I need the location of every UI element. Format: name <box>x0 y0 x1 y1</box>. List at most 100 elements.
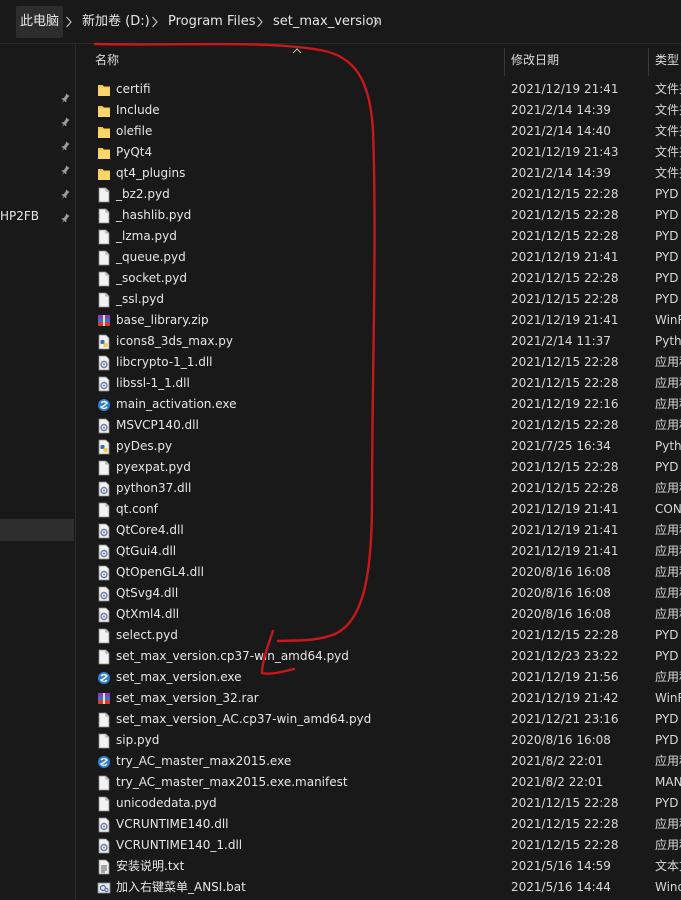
dll-icon <box>97 418 111 434</box>
archive-icon <box>97 691 111 707</box>
dll-icon <box>97 607 111 623</box>
file-row[interactable]: _bz2.pyd 2021/12/15 22:28 PYD <box>77 184 681 205</box>
file-row[interactable]: _queue.pyd 2021/12/19 21:41 PYD <box>77 247 681 268</box>
file-row[interactable]: select.pyd 2021/12/15 22:28 PYD <box>77 625 681 646</box>
file-row[interactable]: _ssl.pyd 2021/12/15 22:28 PYD <box>77 289 681 310</box>
file-modified-date: 2021/12/19 21:41 <box>511 82 619 96</box>
file-modified-date: 2021/12/19 21:41 <box>511 544 619 558</box>
pin-icon <box>59 213 71 225</box>
breadcrumb-item[interactable]: 此电脑 <box>16 6 64 38</box>
file-type: 应用程序扩展 <box>655 418 681 432</box>
file-name: MSVCP140.dll <box>116 418 199 432</box>
file-type: PYD <box>655 208 679 222</box>
column-header-name[interactable]: 名称 <box>95 44 119 76</box>
file-row[interactable]: set_max_version.exe 2021/12/19 21:56 应用程序 <box>77 667 681 688</box>
file-row[interactable]: unicodedata.pyd 2021/12/15 22:28 PYD <box>77 793 681 814</box>
file-modified-date: 2021/12/15 22:28 <box>511 355 619 369</box>
file-icon <box>97 796 111 812</box>
file-modified-date: 2020/8/16 16:08 <box>511 733 611 747</box>
file-name: Include <box>116 103 160 117</box>
breadcrumb-item[interactable]: set_max_version <box>269 6 386 38</box>
file-modified-date: 2021/2/14 14:39 <box>511 103 611 117</box>
file-row[interactable]: try_AC_master_max2015.exe.manifest 2021/8… <box>77 772 681 793</box>
file-row[interactable]: python37.dll 2021/12/15 22:28 应用程序扩展 <box>77 478 681 499</box>
file-row[interactable]: set_max_version_AC.cp37-win_amd64.pyd 202… <box>77 709 681 730</box>
file-name: _queue.pyd <box>116 250 186 264</box>
file-row[interactable]: _socket.pyd 2021/12/15 22:28 PYD <box>77 268 681 289</box>
file-row[interactable]: libssl-1_1.dll 2021/12/15 22:28 应用程序扩展 <box>77 373 681 394</box>
file-row[interactable]: VCRUNTIME140_1.dll 2021/12/15 22:28 应用程序扩展 <box>77 835 681 856</box>
file-row[interactable]: Include 2021/2/14 14:39 文件夹 <box>77 100 681 121</box>
file-type: 文件夹 <box>655 166 681 180</box>
file-name: qt4_plugins <box>116 166 186 180</box>
breadcrumb-item[interactable]: 新加卷 (D:) <box>78 6 154 38</box>
file-row[interactable]: set_max_version.cp37-win_amd64.pyd 2021/1… <box>77 646 681 667</box>
folder-icon <box>97 166 111 182</box>
file-row[interactable]: olefile 2021/2/14 14:40 文件夹 <box>77 121 681 142</box>
file-name: sip.pyd <box>116 733 160 747</box>
file-row[interactable]: QtSvg4.dll 2020/8/16 16:08 应用程序扩展 <box>77 583 681 604</box>
nav-item-selected[interactable] <box>0 519 74 541</box>
file-type: 应用程序扩展 <box>655 544 681 558</box>
file-row[interactable]: 加入右键菜单_ANSI.bat 2021/5/16 14:44 Windows <box>77 877 681 898</box>
file-modified-date: 2021/12/15 22:28 <box>511 481 619 495</box>
file-row[interactable]: pyDes.py 2021/7/25 16:34 Python <box>77 436 681 457</box>
column-divider[interactable] <box>648 48 649 76</box>
file-icon <box>97 292 111 308</box>
file-row[interactable]: _hashlib.pyd 2021/12/15 22:28 PYD <box>77 205 681 226</box>
file-modified-date: 2021/12/15 22:28 <box>511 418 619 432</box>
file-row[interactable]: icons8_3ds_max.py 2021/2/14 11:37 Python <box>77 331 681 352</box>
file-name: try_AC_master_max2015.exe.manifest <box>116 775 348 789</box>
file-row[interactable]: QtCore4.dll 2021/12/19 21:41 应用程序扩展 <box>77 520 681 541</box>
file-row[interactable]: _lzma.pyd 2021/12/15 22:28 PYD <box>77 226 681 247</box>
sort-ascending-icon <box>292 44 302 54</box>
address-bar[interactable]: 此电脑 新加卷 (D:) Program Files set_max_versi… <box>0 0 681 44</box>
file-row[interactable]: try_AC_master_max2015.exe 2021/8/2 22:01 应… <box>77 751 681 772</box>
file-type: 文件夹 <box>655 82 681 96</box>
file-row[interactable]: QtGui4.dll 2021/12/19 21:41 应用程序扩展 <box>77 541 681 562</box>
file-row[interactable]: qt4_plugins 2021/2/14 14:39 文件夹 <box>77 163 681 184</box>
file-row[interactable]: certifi 2021/12/19 21:41 文件夹 <box>77 79 681 100</box>
file-row[interactable]: qt.conf 2021/12/19 21:41 CONF <box>77 499 681 520</box>
file-row[interactable]: 安装说明.txt 2021/5/16 14:59 文本文档 <box>77 856 681 877</box>
file-modified-date: 2021/12/19 21:43 <box>511 145 619 159</box>
file-type: 应用程序 <box>655 754 681 768</box>
file-modified-date: 2021/12/19 21:42 <box>511 691 619 705</box>
file-type: CONF <box>655 502 681 516</box>
file-modified-date: 2021/12/15 22:28 <box>511 292 619 306</box>
file-row[interactable]: QtOpenGL4.dll 2020/8/16 16:08 应用程序扩展 <box>77 562 681 583</box>
file-row[interactable]: main_activation.exe 2021/12/19 22:16 应用程序 <box>77 394 681 415</box>
file-type: 应用程序扩展 <box>655 565 681 579</box>
dll-icon <box>97 817 111 833</box>
dll-icon <box>97 544 111 560</box>
file-row[interactable]: VCRUNTIME140.dll 2021/12/15 22:28 应用程序扩展 <box>77 814 681 835</box>
pin-icon <box>59 141 71 153</box>
file-row[interactable]: MSVCP140.dll 2021/12/15 22:28 应用程序扩展 <box>77 415 681 436</box>
nav-item-label[interactable]: HP2FB <box>0 209 39 223</box>
dll-icon <box>97 376 111 392</box>
file-name: QtCore4.dll <box>116 523 184 537</box>
file-row[interactable]: libcrypto-1_1.dll 2021/12/15 22:28 应用程序扩展 <box>77 352 681 373</box>
file-type: 应用程序扩展 <box>655 376 681 390</box>
pin-icon <box>59 189 71 201</box>
file-row[interactable]: base_library.zip 2021/12/19 21:41 WinRAR <box>77 310 681 331</box>
file-modified-date: 2021/5/16 14:59 <box>511 859 611 873</box>
navigation-pane[interactable]: HP2FB <box>0 44 76 900</box>
file-type: PYD <box>655 712 679 726</box>
file-row[interactable]: sip.pyd 2020/8/16 16:08 PYD <box>77 730 681 751</box>
column-header-type[interactable]: 类型 <box>655 44 679 76</box>
breadcrumb-item[interactable]: Program Files <box>164 6 260 38</box>
file-row[interactable]: PyQt4 2021/12/19 21:43 文件夹 <box>77 142 681 163</box>
file-modified-date: 2021/12/15 22:28 <box>511 460 619 474</box>
file-modified-date: 2021/12/23 23:22 <box>511 649 619 663</box>
column-header-date[interactable]: 修改日期 <box>511 44 559 76</box>
file-type: WinRAR <box>655 691 681 705</box>
file-type: 文件夹 <box>655 124 681 138</box>
chevron-right-icon[interactable] <box>372 15 380 29</box>
file-modified-date: 2021/12/15 22:28 <box>511 208 619 222</box>
file-row[interactable]: pyexpat.pyd 2021/12/15 22:28 PYD <box>77 457 681 478</box>
column-divider[interactable] <box>504 48 505 76</box>
file-row[interactable]: QtXml4.dll 2020/8/16 16:08 应用程序扩展 <box>77 604 681 625</box>
dll-icon <box>97 523 111 539</box>
file-row[interactable]: set_max_version_32.rar 2021/12/19 21:42 Wi… <box>77 688 681 709</box>
